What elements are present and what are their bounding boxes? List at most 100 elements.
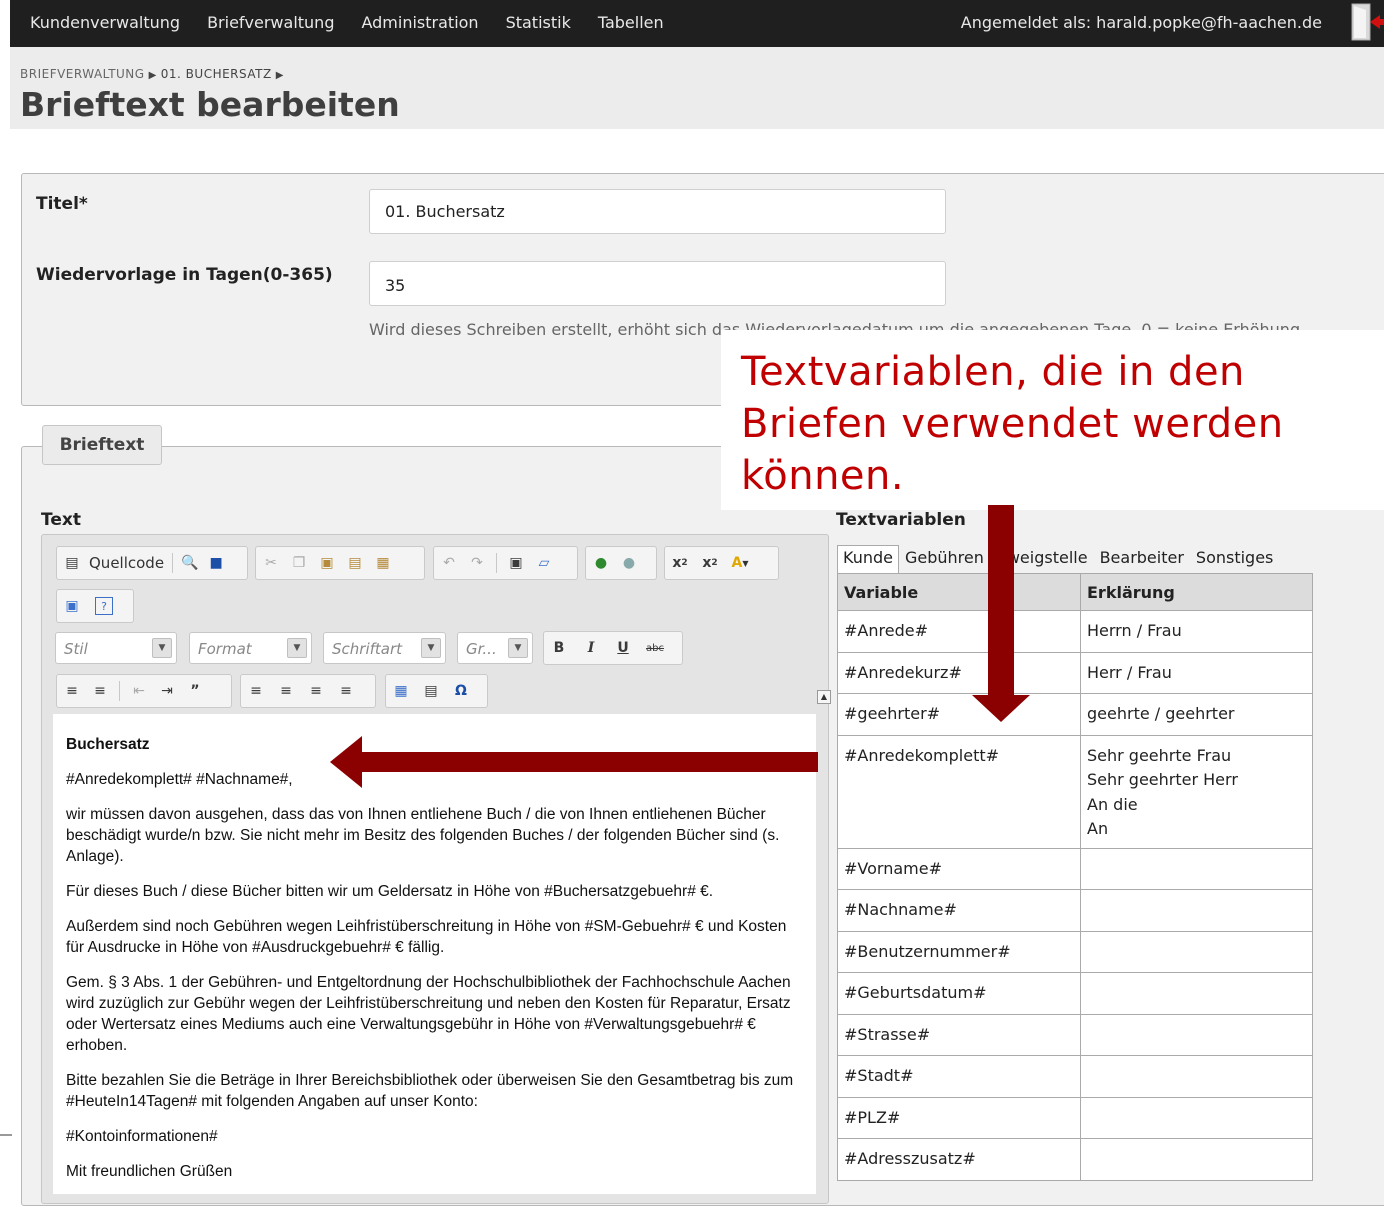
variables-table: Variable Erklärung #Anrede# Herrn / Frau …: [837, 573, 1313, 1181]
bold-icon[interactable]: B: [550, 638, 568, 658]
column-header-variable: Variable: [837, 573, 1081, 611]
toolbar-lists: ≡ ≡ ⇤ ⇥ ”: [56, 674, 232, 708]
maximize-icon[interactable]: ▣: [63, 596, 81, 616]
select-all-icon[interactable]: ▣: [507, 553, 525, 573]
save-icon[interactable]: ■: [207, 553, 225, 573]
subscript-icon[interactable]: x2: [671, 553, 689, 573]
tab-zweigstelle[interactable]: Zweigstelle: [990, 545, 1094, 573]
copy-icon[interactable]: ❐: [290, 553, 308, 573]
indent-icon[interactable]: ⇥: [158, 681, 176, 701]
toolbar-links: ● ●: [585, 546, 657, 580]
scroll-up-icon[interactable]: ▲: [817, 690, 831, 704]
doc-paragraph: Für dieses Buch / diese Bücher bitten wi…: [66, 883, 714, 900]
tab-gebuehren[interactable]: Gebühren: [899, 545, 990, 573]
size-dropdown[interactable]: Gr... ▼: [457, 632, 533, 664]
outdent-icon[interactable]: ⇤: [130, 681, 148, 701]
editor-scrollbar[interactable]: ▲: [817, 690, 831, 1190]
bullet-list-icon[interactable]: ≡: [91, 681, 109, 701]
hr-icon[interactable]: ▤: [422, 681, 440, 701]
nav-tabellen[interactable]: Tabellen: [598, 13, 664, 32]
nav-statistik[interactable]: Statistik: [506, 13, 571, 32]
table-row[interactable]: #Stadt#: [837, 1055, 1313, 1098]
wiedervorlage-label: Wiedervorlage in Tagen(0-365): [36, 265, 333, 285]
redo-icon[interactable]: ↷: [468, 553, 486, 573]
justify-icon[interactable]: ≡: [337, 681, 355, 701]
paste-text-icon[interactable]: ▤: [346, 553, 364, 573]
undo-icon[interactable]: ↶: [440, 553, 458, 573]
doc-heading: Buchersatz: [66, 736, 150, 753]
table-row[interactable]: #Anrede# Herrn / Frau: [837, 610, 1313, 653]
editor-content[interactable]: Buchersatz #Anredekomplett# #Nachname#, …: [53, 714, 816, 1194]
table-row[interactable]: #Geburtsdatum#: [837, 972, 1313, 1015]
variable-name: #geehrter#: [837, 693, 1081, 736]
cut-icon[interactable]: ✂: [262, 553, 280, 573]
variable-name: #Vorname#: [837, 847, 1081, 890]
variable-description: [1080, 972, 1313, 1015]
titel-label: Titel*: [36, 194, 88, 214]
page-title: Brieftext bearbeiten: [20, 85, 400, 124]
nav-kundenverwaltung[interactable]: Kundenverwaltung: [30, 13, 180, 32]
table-row[interactable]: #Nachname#: [837, 889, 1313, 932]
table-row[interactable]: #PLZ#: [837, 1096, 1313, 1139]
toolbar-align: ≡ ≡ ≡ ≡: [240, 674, 376, 708]
align-right-icon[interactable]: ≡: [307, 681, 325, 701]
table-row[interactable]: #Vorname#: [837, 847, 1313, 890]
page-header: BRIEFVERWALTUNG ▶ 01. BUCHERSATZ ▶ Brieftex…: [10, 47, 1384, 129]
table-row[interactable]: #Benutzernummer#: [837, 930, 1313, 973]
text-color-icon[interactable]: A ▼: [731, 553, 749, 573]
omega-icon[interactable]: Ω: [452, 681, 470, 701]
nav-briefverwaltung[interactable]: Briefverwaltung: [207, 13, 334, 32]
variable-name: #Anredekomplett#: [837, 734, 1081, 849]
style-dropdown[interactable]: Stil ▼: [55, 632, 177, 664]
variable-name: #Adresszusatz#: [837, 1138, 1081, 1181]
italic-icon[interactable]: I: [582, 638, 600, 658]
doc-paragraph: wir müssen davon ausgehen, dass das von …: [66, 806, 780, 865]
variable-description: Sehr geehrte Frau Sehr geehrter Herr An …: [1080, 734, 1313, 849]
underline-icon[interactable]: U: [614, 638, 632, 658]
anchor-icon[interactable]: ●: [620, 553, 638, 573]
format-dropdown[interactable]: Format ▼: [189, 632, 312, 664]
style-dropdown-label: Stil: [64, 640, 88, 658]
align-left-icon[interactable]: ≡: [247, 681, 265, 701]
table-icon[interactable]: ▦: [392, 681, 410, 701]
textvariablen-label: Textvariablen: [836, 510, 966, 530]
remove-format-icon[interactable]: ▱: [535, 553, 553, 573]
tab-bearbeiter[interactable]: Bearbeiter: [1094, 545, 1190, 573]
variable-name: #Nachname#: [837, 889, 1081, 932]
doc-paragraph: Gem. § 3 Abs. 1 der Gebühren- und Entgel…: [66, 974, 791, 1054]
toolbar-divider: [496, 553, 497, 573]
superscript-icon[interactable]: x2: [701, 553, 719, 573]
wiedervorlage-input[interactable]: 35: [369, 261, 946, 306]
nav-administration[interactable]: Administration: [361, 13, 478, 32]
table-row[interactable]: #geehrter# geehrte / geehrter: [837, 693, 1313, 736]
table-row[interactable]: #Strasse#: [837, 1013, 1313, 1056]
paste-word-icon[interactable]: ▦: [374, 553, 392, 573]
toolbar-basic-style: B I U abc: [543, 631, 683, 665]
blockquote-icon[interactable]: ”: [186, 681, 204, 701]
chevron-down-icon: ▼: [152, 638, 172, 658]
numbered-list-icon[interactable]: ≡: [63, 681, 81, 701]
variable-description: [1080, 930, 1313, 973]
font-dropdown-label: Schriftart: [332, 640, 403, 658]
toolbar-divider: [119, 681, 120, 701]
logged-in-user: Angemeldet als: harald.popke@fh-aachen.d…: [960, 13, 1322, 32]
preview-icon[interactable]: 🔍: [181, 553, 199, 573]
breadcrumb-buchersatz[interactable]: 01. BUCHERSATZ: [161, 67, 272, 81]
toolbar-document: ▤ Quellcode 🔍 ■: [56, 546, 248, 580]
source-button[interactable]: Quellcode: [89, 554, 164, 572]
strike-icon[interactable]: abc: [646, 638, 664, 658]
tab-sonstiges[interactable]: Sonstiges: [1190, 545, 1279, 573]
paste-icon[interactable]: ▣: [318, 553, 336, 573]
spellcheck-icon[interactable]: ●: [592, 553, 610, 573]
help-icon[interactable]: ?: [95, 597, 113, 615]
tab-kunde[interactable]: Kunde: [837, 545, 899, 573]
table-row[interactable]: #Anredekomplett# Sehr geehrte Frau Sehr g…: [837, 734, 1313, 849]
variable-name: #Anredekurz#: [837, 651, 1081, 694]
font-dropdown[interactable]: Schriftart ▼: [323, 632, 446, 664]
table-row[interactable]: #Anredekurz# Herr / Frau: [837, 651, 1313, 694]
breadcrumb-briefverwaltung[interactable]: BRIEFVERWALTUNG: [20, 67, 145, 81]
exit-icon[interactable]: [1350, 2, 1384, 42]
titel-input[interactable]: 01. Buchersatz: [369, 189, 946, 234]
table-row[interactable]: #Adresszusatz#: [837, 1138, 1313, 1181]
align-center-icon[interactable]: ≡: [277, 681, 295, 701]
